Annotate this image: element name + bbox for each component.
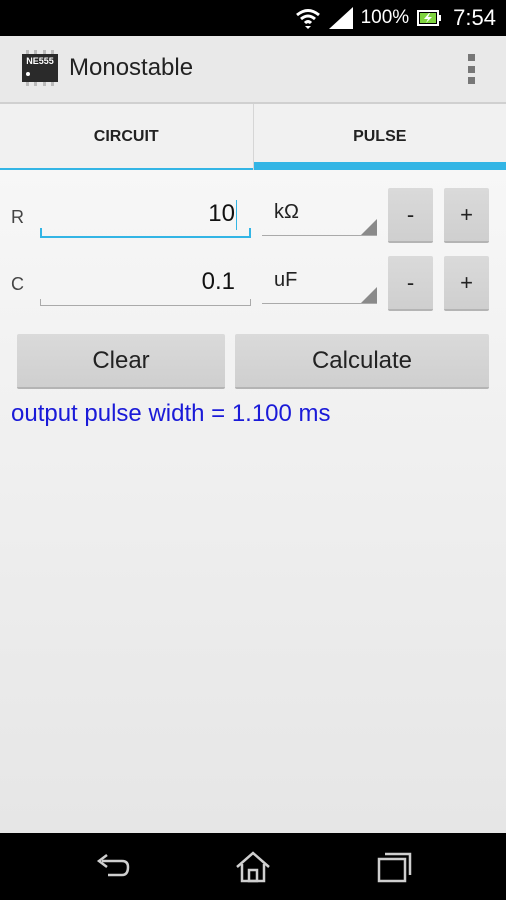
status-bar: 100% 7:54 — [0, 0, 506, 36]
wifi-icon — [295, 9, 320, 29]
ic-chip-icon: NE555 — [22, 50, 58, 86]
navigation-bar — [0, 833, 506, 900]
tab-indicator-selected — [253, 162, 506, 170]
result-text: output pulse width = 1.100 ms — [11, 400, 331, 427]
r-unit-dropdown[interactable]: kΩ — [262, 188, 377, 236]
c-unit-dropdown[interactable]: uF — [262, 256, 377, 304]
r-value-field[interactable]: 10 — [40, 188, 251, 238]
tab-circuit[interactable]: CIRCUIT — [0, 104, 254, 170]
c-value-field[interactable]: 0.1 — [40, 256, 251, 306]
action-bar: NE555 Monostable — [0, 36, 506, 104]
text-cursor — [236, 200, 237, 230]
tab-pulse-label: PULSE — [353, 128, 407, 145]
c-label: C — [11, 274, 24, 294]
tab-circuit-label: CIRCUIT — [93, 128, 159, 145]
r-unit: kΩ — [274, 201, 299, 223]
tab-bar: CIRCUIT PULSE — [0, 104, 506, 170]
calculate-button[interactable]: Calculate — [235, 334, 489, 389]
r-increment-button[interactable]: + — [444, 188, 489, 243]
app-title: Monostable — [69, 54, 194, 81]
signal-icon — [328, 7, 353, 29]
clock: 7:54 — [453, 5, 496, 30]
battery-charging-icon — [417, 10, 442, 26]
back-icon[interactable] — [90, 845, 134, 889]
battery-percent: 100% — [360, 7, 410, 28]
home-icon[interactable] — [231, 845, 275, 889]
dropdown-arrow-icon — [361, 287, 377, 303]
c-increment-button[interactable]: + — [444, 256, 489, 311]
clear-button[interactable]: Clear — [17, 334, 225, 389]
r-label: R — [11, 207, 24, 227]
chip-label: NE555 — [26, 56, 54, 66]
r-decrement-button[interactable]: - — [388, 188, 433, 243]
main-content: R 10 kΩ - + C 0.1 uF - + Clear Calculate… — [0, 170, 506, 833]
c-decrement-button[interactable]: - — [388, 256, 433, 311]
c-unit: uF — [274, 269, 298, 291]
recent-apps-icon[interactable] — [373, 845, 417, 889]
c-value: 0.1 — [201, 268, 235, 295]
overflow-menu-icon[interactable] — [466, 54, 476, 84]
r-value: 10 — [208, 200, 235, 227]
dropdown-arrow-icon — [361, 219, 377, 235]
tab-pulse[interactable]: PULSE — [253, 104, 506, 170]
